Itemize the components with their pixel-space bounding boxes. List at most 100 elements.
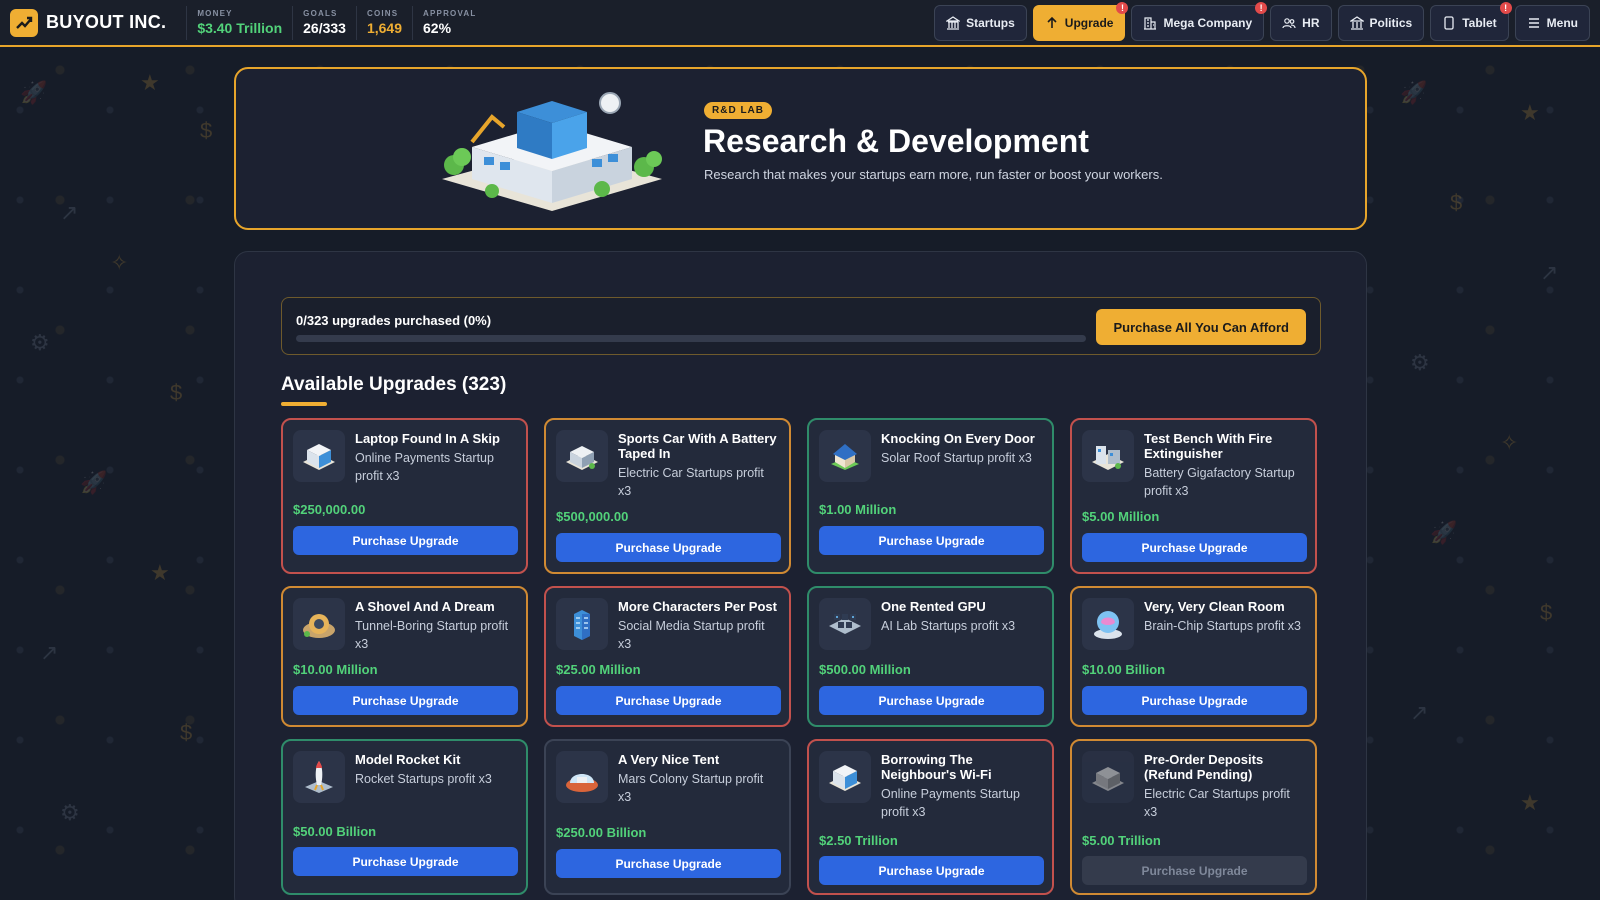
people-icon [1282, 16, 1296, 30]
upgrade-price: $25.00 Million [556, 662, 641, 677]
dollar-icon: $ [180, 720, 193, 745]
office-building-icon [819, 751, 871, 803]
rocket-icon: 🚀 [20, 80, 48, 105]
stat-approval-label: APPROVAL [423, 9, 477, 18]
tablet-icon [1442, 15, 1456, 30]
dollar-icon: $ [200, 118, 213, 143]
purchase-upgrade-button[interactable]: Purchase Upgrade [293, 847, 518, 876]
bank-icon [946, 15, 961, 30]
rocket-icon: 🚀 [80, 470, 108, 495]
upgrade-card: Sports Car With A Battery Taped In Elect… [544, 418, 791, 574]
nav-hr-button[interactable]: HR [1270, 4, 1332, 41]
chart-icon: ↗ [1410, 700, 1429, 725]
upgrade-price: $250.00 Billion [556, 825, 647, 840]
upgrade-title: Pre-Order Deposits (Refund Pending) [1144, 752, 1264, 782]
upgrade-description: Tunnel-Boring Startup profit x3 [355, 619, 509, 651]
dollar-icon: $ [1450, 190, 1463, 215]
upgrade-title: Test Bench With Fire Extinguisher [1144, 431, 1273, 461]
brand-name: BUYOUT INC. [46, 12, 167, 32]
stat-goals-value: 26/333 [303, 20, 346, 36]
upgrade-price: $2.50 Trillion [819, 833, 898, 848]
nav-tablet-button[interactable]: Tablet ! [1430, 1, 1512, 41]
bulb-icon: ✧ [1500, 430, 1519, 455]
upgrade-card: One Rented GPU AI Lab Startups profit x3… [807, 586, 1054, 727]
purchase-upgrade-button[interactable]: Purchase Upgrade [556, 533, 781, 562]
section-underline [281, 402, 327, 406]
nav-upgrade-button[interactable]: Upgrade ! [1032, 1, 1129, 41]
upgrade-title: A Shovel And A Dream [355, 599, 495, 614]
logo-icon [10, 8, 38, 37]
menu-icon [1527, 16, 1541, 30]
upgrade-card: Knocking On Every Door Solar Roof Startu… [807, 418, 1054, 574]
upgrade-price: $50.00 Billion [293, 824, 377, 839]
upgrade-title: Model Rocket Kit [355, 752, 461, 767]
server-grid-icon [819, 598, 871, 650]
nav-menu-button[interactable]: Menu [1514, 4, 1590, 41]
page-description: Research that makes your startups earn m… [704, 167, 1163, 182]
star-icon: ★ [150, 560, 170, 585]
rocket-icon [293, 751, 345, 803]
upgrade-card: Laptop Found In A Skip Online Payments S… [281, 418, 528, 574]
nav-menu-label: Menu [1546, 15, 1578, 30]
upgrade-price: $500,000.00 [556, 509, 629, 524]
rocket-icon: 🚀 [1400, 80, 1428, 105]
chart-icon: ↗ [40, 640, 59, 665]
lab-building-illustration [432, 87, 672, 215]
chart-icon: ↗ [60, 200, 79, 225]
stat-approval-value: 62% [423, 20, 452, 36]
stat-coins-label: COINS [366, 9, 399, 18]
upgrade-title: Knocking On Every Door [881, 431, 1035, 446]
purchase-upgrade-button[interactable]: Purchase Upgrade [556, 686, 781, 715]
upgrade-card: Model Rocket Kit Rocket Startups profit … [281, 739, 528, 895]
solar-house-icon [819, 430, 871, 482]
tunnel-icon [293, 598, 345, 650]
upgrade-description: Online Payments Startup profit x3 [881, 787, 1020, 819]
upgrade-title: Sports Car With A Battery Taped In [618, 431, 777, 461]
upgrade-title: One Rented GPU [881, 599, 986, 614]
purchase-upgrade-button[interactable]: Purchase Upgrade [293, 686, 518, 715]
upgrade-price: $10.00 Billion [1082, 662, 1166, 677]
dollar-icon: $ [170, 380, 183, 405]
gear-icon: ⚙ [60, 800, 80, 825]
upgrade-card: Very, Very Clean Room Brain-Chip Startup… [1070, 586, 1317, 727]
gigafactory-icon [1082, 430, 1134, 482]
upgrade-price: $5.00 Trillion [1082, 833, 1161, 848]
nav-hr-label: HR [1302, 15, 1320, 30]
upgrades-panel: 0/323 upgrades purchased (0%) Purchase A… [234, 251, 1367, 900]
star-icon: ★ [1520, 790, 1540, 815]
upgrade-title: Laptop Found In A Skip [355, 431, 500, 446]
upgrade-description: Rocket Startups profit x3 [355, 772, 492, 786]
purchase-upgrade-button[interactable]: Purchase Upgrade [556, 849, 781, 878]
stat-approval: APPROVAL 62% [412, 5, 486, 40]
nav-politics-button[interactable]: Politics [1337, 4, 1425, 41]
purchase-upgrade-button[interactable]: Purchase Upgrade [819, 526, 1044, 555]
star-icon: ★ [140, 70, 160, 95]
bulb-icon: ✧ [110, 250, 129, 275]
arrow-up-icon [1045, 16, 1059, 30]
upgrade-title: More Characters Per Post [618, 599, 777, 614]
upgrade-progress: 0/323 upgrades purchased (0%) Purchase A… [281, 297, 1321, 355]
purchase-upgrade-button[interactable]: Purchase Upgrade [293, 526, 518, 555]
stat-goals-label: GOALS [303, 9, 338, 18]
purchase-upgrade-button[interactable]: Purchase Upgrade [1082, 533, 1307, 562]
upgrade-title: A Very Nice Tent [618, 752, 720, 767]
nav-mega-company-button[interactable]: Mega Company ! [1131, 1, 1268, 41]
section-title: Available Upgrades (323) [281, 374, 507, 395]
building-icon [1143, 16, 1157, 30]
upgrade-card: A Shovel And A Dream Tunnel-Boring Start… [281, 586, 528, 727]
purchase-upgrade-button[interactable]: Purchase Upgrade [1082, 686, 1307, 715]
upgrade-description: Social Media Startup profit x3 [618, 619, 765, 651]
upgrade-description: Battery Gigafactory Startup profit x3 [1144, 466, 1295, 498]
purchase-upgrade-button[interactable]: Purchase Upgrade [819, 686, 1044, 715]
stat-goals: GOALS 26/333 [292, 5, 356, 40]
purchase-all-button[interactable]: Purchase All You Can Afford [1096, 309, 1306, 345]
purchase-upgrade-button[interactable]: Purchase Upgrade [1082, 856, 1307, 885]
notification-badge: ! [1116, 1, 1129, 14]
mars-dome-icon [556, 751, 608, 803]
nav-startups-button[interactable]: Startups [934, 4, 1027, 41]
purchase-upgrade-button[interactable]: Purchase Upgrade [819, 856, 1044, 885]
main-nav: Startups Upgrade ! Mega Company ! HR Pol… [934, 1, 1590, 41]
upgrade-description: Electric Car Startups profit x3 [1144, 787, 1290, 819]
factory-icon [1082, 751, 1134, 803]
upgrade-description: Solar Roof Startup profit x3 [881, 451, 1032, 465]
